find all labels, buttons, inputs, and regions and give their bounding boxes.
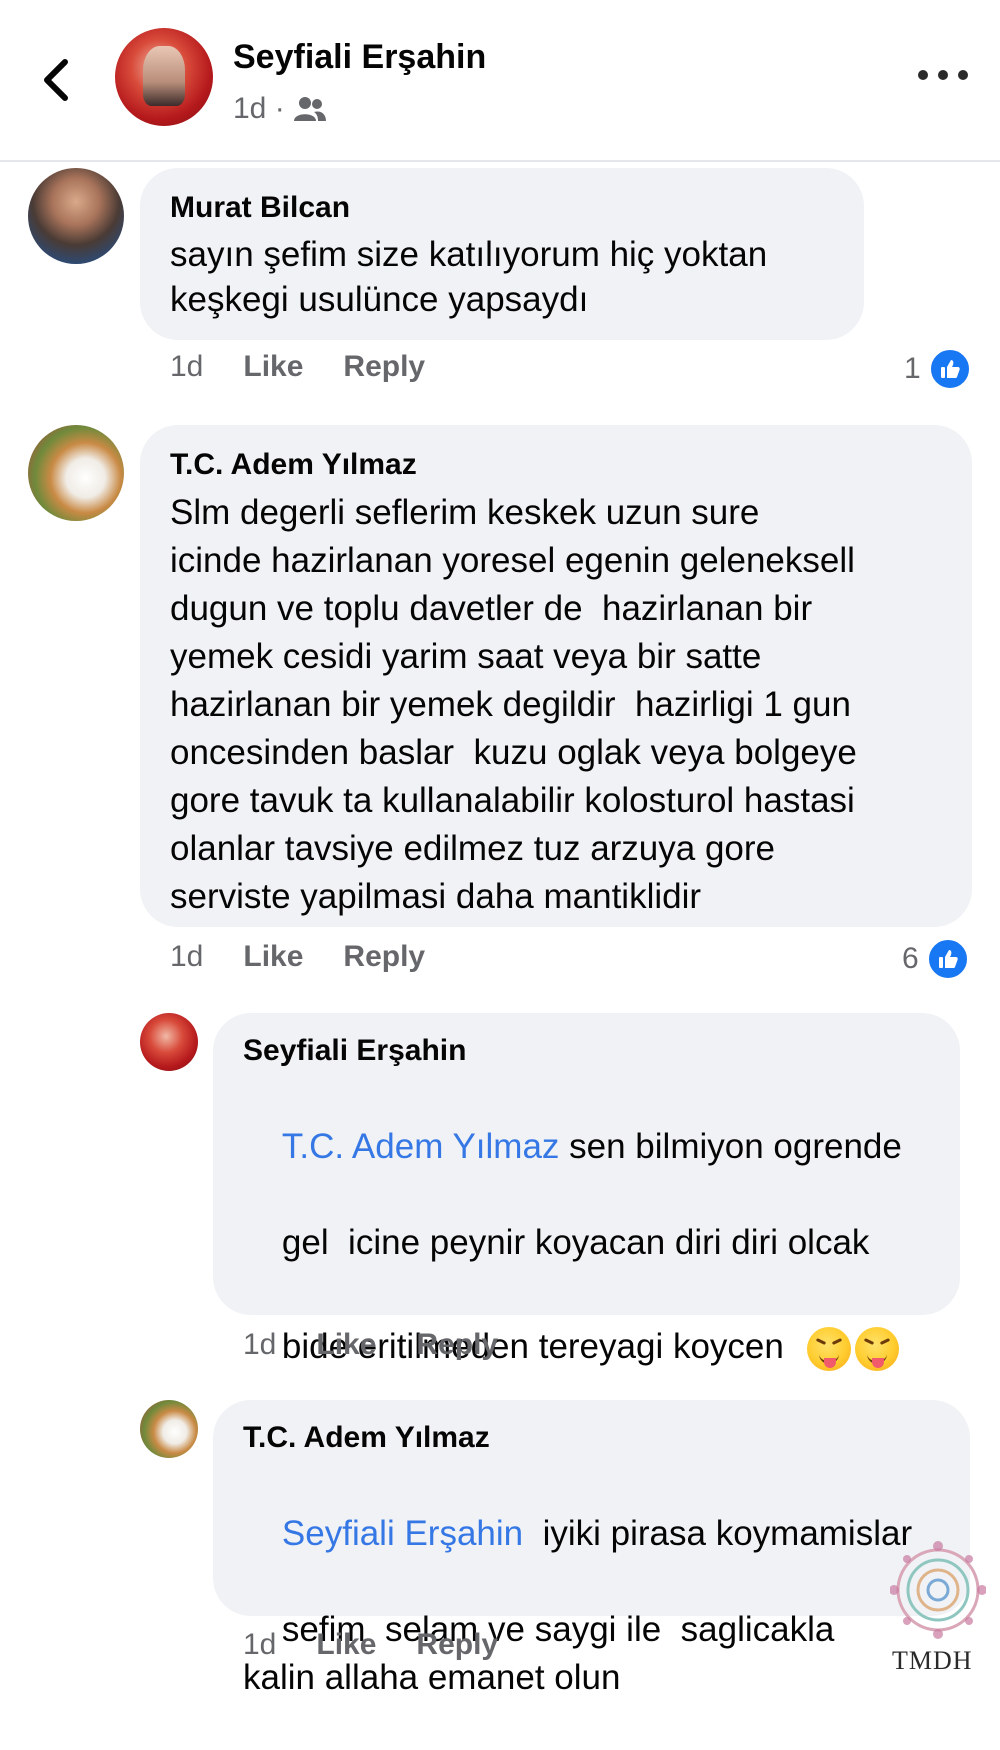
post-meta: 1d ·: [233, 92, 327, 126]
replier-avatar[interactable]: [140, 1013, 198, 1071]
post-author-name[interactable]: Seyfiali Erşahin: [233, 38, 486, 77]
reply-actions: 1d Like Reply: [243, 1628, 538, 1662]
replier-avatar[interactable]: [140, 1400, 198, 1458]
comment-text: sayın şefim size katılıyorum hiç yoktan …: [170, 235, 768, 319]
reply-button[interactable]: Reply: [416, 1628, 498, 1662]
comment-author[interactable]: Murat Bilcan: [170, 190, 834, 226]
more-horizontal-icon: [918, 70, 928, 80]
comment-bubble: T.C. Adem Yılmaz Slm degerli seflerim ke…: [140, 425, 972, 927]
reaction-count: 1: [904, 352, 921, 385]
thumbs-up-icon: [928, 348, 971, 390]
mention-link[interactable]: Seyfiali Erşahin: [282, 1514, 523, 1553]
comment-actions: 1d Like Reply: [170, 940, 465, 974]
comment-time[interactable]: 1d: [170, 940, 203, 974]
reply-bubble: T.C. Adem Yılmaz Seyfiali Erşahin iyiki …: [213, 1400, 970, 1697]
watermark-logo: TMDH: [889, 1530, 987, 1675]
comment-author[interactable]: T.C. Adem Yılmaz: [170, 447, 942, 483]
comment-actions: 1d Like Reply: [170, 350, 465, 384]
like-button[interactable]: Like: [243, 350, 303, 384]
chevron-left-icon: [44, 59, 68, 101]
squinting-tongue-emoji: [807, 1326, 852, 1371]
mention-link[interactable]: T.C. Adem Yılmaz: [282, 1127, 560, 1166]
thumbs-up-icon: [926, 938, 969, 980]
like-button[interactable]: Like: [316, 1328, 376, 1362]
commenter-avatar[interactable]: [28, 425, 124, 521]
watermark-text: TMDH: [892, 1646, 973, 1675]
commenter-avatar[interactable]: [28, 168, 124, 264]
reaction-summary[interactable]: 1: [904, 348, 971, 390]
comment-time[interactable]: 1d: [170, 350, 203, 384]
reply-time[interactable]: 1d: [243, 1628, 276, 1662]
reaction-summary[interactable]: 6: [902, 938, 969, 980]
author-avatar[interactable]: [115, 28, 213, 126]
post-time: 1d ·: [233, 92, 285, 125]
post-header: Seyfiali Erşahin 1d ·: [0, 0, 1000, 162]
like-button[interactable]: Like: [243, 940, 303, 974]
friends-icon: [293, 97, 326, 121]
more-options-button[interactable]: [918, 60, 968, 90]
squinting-tongue-emoji: [855, 1326, 900, 1371]
reply-author[interactable]: Seyfiali Erşahin: [243, 1033, 930, 1069]
comment-bubble: Murat Bilcan sayın şefim size katılıyoru…: [140, 168, 864, 340]
reply-bubble: Seyfiali Erşahin T.C. Adem Yılmaz sen bi…: [213, 1013, 960, 1479]
reply-button[interactable]: Reply: [343, 940, 425, 974]
back-button[interactable]: [36, 50, 76, 110]
reply-button[interactable]: Reply: [416, 1328, 498, 1362]
like-button[interactable]: Like: [316, 1628, 376, 1662]
reply-button[interactable]: Reply: [343, 350, 425, 384]
reply-time[interactable]: 1d: [243, 1328, 276, 1362]
reaction-count: 6: [902, 942, 919, 975]
ornament-icon: [889, 1541, 987, 1639]
comment-text: Slm degerli seflerim keskek uzun sure ic…: [170, 493, 857, 916]
reply-text: Seyfiali Erşahin iyiki pirasa koymamisla…: [243, 1514, 913, 1697]
reply-actions: 1d Like Reply: [243, 1328, 538, 1362]
reply-author[interactable]: T.C. Adem Yılmaz: [243, 1420, 940, 1456]
